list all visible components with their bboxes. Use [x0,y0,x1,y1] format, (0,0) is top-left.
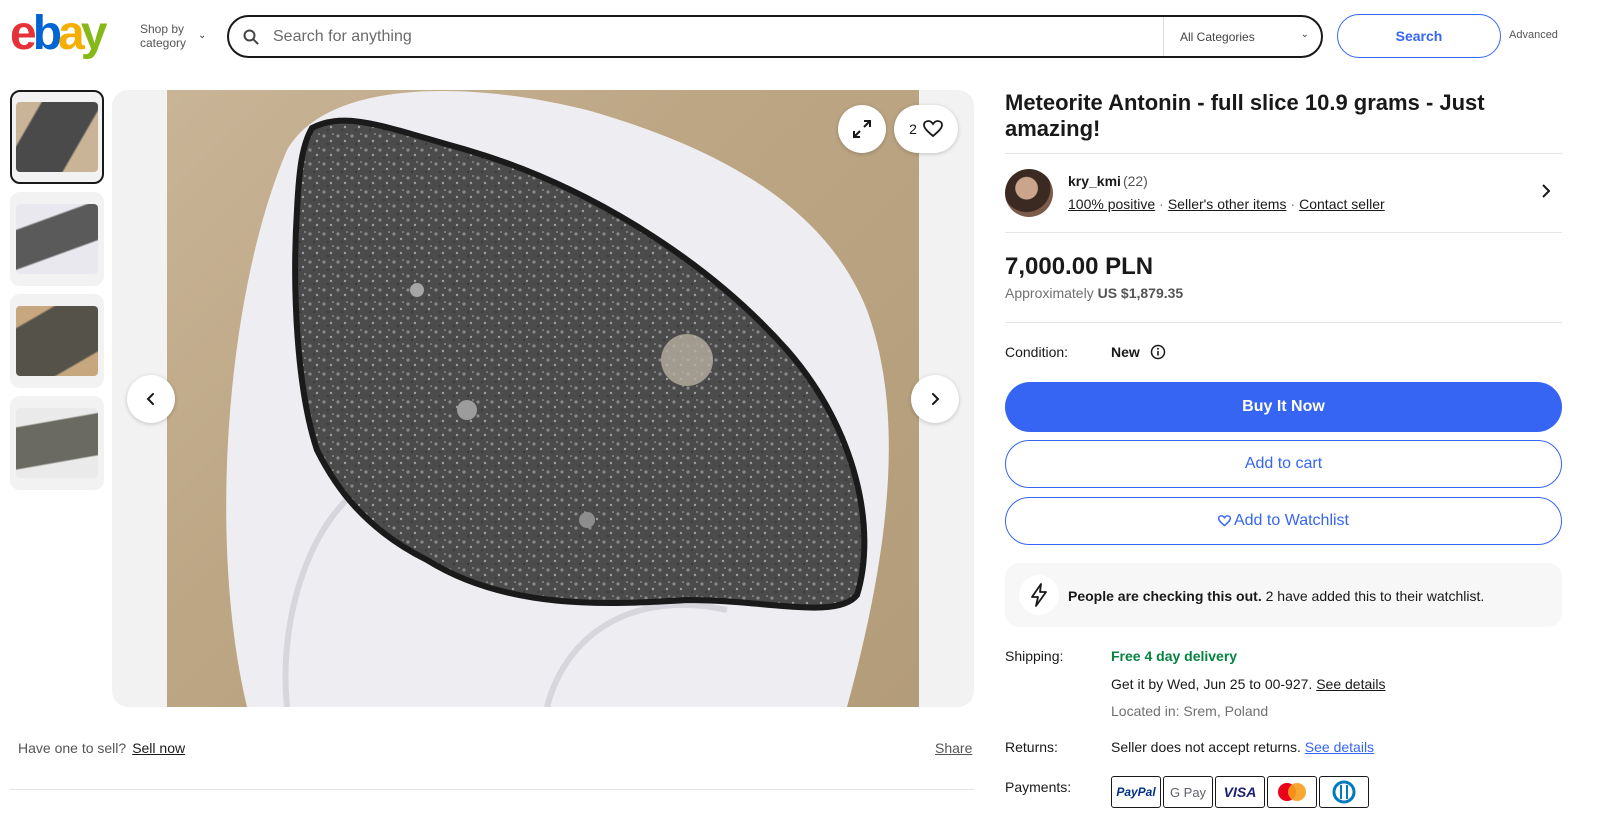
divider [1005,232,1562,233]
seller-links: 100% positive · Seller's other items · Conta… [1068,196,1385,212]
have-one-text: Have one to sell? [18,740,127,756]
approx-label: Approximately [1005,285,1094,301]
info-icon[interactable] [1150,344,1166,365]
category-selected-label: All Categories [1180,29,1255,44]
thumbnail-image [16,102,98,172]
shipping-free: Free 4 day delivery [1111,648,1238,664]
seller-name[interactable]: kry_kmi (22) [1068,173,1148,189]
search-input[interactable] [273,17,1163,56]
watchers-text: People are checking this out. 2 have add… [1068,588,1484,604]
shipping-label: Shipping: [1005,648,1064,664]
sell-now-link[interactable]: Sell now [132,740,185,756]
google-pay-icon: G Pay [1163,776,1213,808]
divider [10,789,974,790]
watchers-notice: People are checking this out. 2 have add… [1005,563,1562,627]
returns-info: Seller does not accept returns. See deta… [1111,739,1374,755]
logo-letter-a: a [58,7,85,60]
add-to-watchlist-label: Add to Watchlist [1233,512,1349,529]
visa-icon: VISA [1215,776,1265,808]
condition-value: New [1111,344,1140,360]
buy-it-now-button[interactable]: Buy It Now [1005,382,1562,432]
diners-club-icon [1319,776,1369,808]
heart-icon [922,120,943,138]
search-bar: All Categories ⌄ [227,15,1323,58]
returns-label: Returns: [1005,739,1058,755]
approx-price: Approximately US $1,879.35 [1005,285,1183,301]
sell-prompt: Have one to sell? Sell now [18,740,185,756]
search-icon [229,29,273,45]
search-button[interactable]: Search [1337,14,1501,58]
thumbnail-2[interactable] [10,192,104,286]
share-link[interactable]: Share [935,740,972,756]
seller-avatar[interactable] [1005,169,1053,217]
paypal-icon: PayPal [1111,776,1161,808]
advanced-search-link[interactable]: Advanced [1509,29,1558,41]
shipping-see-details-link[interactable]: See details [1316,676,1385,692]
price: 7,000.00 PLN [1005,253,1154,280]
logo-letter-b: b [32,7,62,60]
condition-label: Condition: [1005,344,1069,360]
contact-seller-link[interactable]: Contact seller [1299,196,1385,212]
chevron-left-icon [146,393,154,405]
item-location: Located in: Srem, Poland [1111,703,1269,719]
payments-label: Payments: [1005,779,1072,795]
chevron-down-icon: ⌄ [198,30,207,41]
logo-letter-y: y [80,7,108,60]
shop-by-line2: category [140,36,187,50]
category-select[interactable]: All Categories ⌄ [1163,17,1321,56]
separator-dot: · [1159,196,1164,212]
seller-username: kry_kmi [1068,173,1121,189]
thumbnail-4[interactable] [10,396,104,490]
returns-policy: Seller does not accept returns. [1111,739,1301,755]
next-image-button[interactable] [911,375,959,423]
thumbnail-1[interactable] [10,90,104,184]
expand-icon [853,120,871,138]
chevron-right-icon [932,393,940,405]
ebay-logo[interactable]: ebay [10,7,108,60]
product-photo [167,90,919,707]
separator-dot: · [1290,196,1296,212]
watch-count-button[interactable]: 2 [894,105,958,153]
shop-by-line1: Shop by [140,22,185,36]
thumbnail-image [16,408,98,478]
thumbnail-3[interactable] [10,294,104,388]
logo-letter-e: e [10,7,37,60]
watchers-rest: 2 have added this to their watchlist. [1265,588,1485,604]
watch-count: 2 [909,121,917,137]
mastercard-icon [1267,776,1317,808]
seller-other-items-link[interactable]: Seller's other items [1168,196,1287,212]
prev-image-button[interactable] [127,375,175,423]
divider [1005,322,1562,323]
add-to-watchlist-button[interactable]: Add to Watchlist [1005,497,1562,545]
main-image-container[interactable] [112,90,974,707]
chevron-right-icon[interactable] [1540,182,1552,205]
thumbnail-image [16,306,98,376]
chevron-down-icon: ⌄ [1300,29,1309,40]
shipping-get-it: Get it by Wed, Jun 25 to 00-927. [1111,676,1313,692]
thumbnail-image [16,204,98,274]
expand-image-button[interactable] [838,105,886,153]
seller-feedback-count: (22) [1122,173,1148,189]
divider [1005,153,1562,154]
add-to-cart-button[interactable]: Add to cart [1005,440,1562,488]
approx-value: US $1,879.35 [1097,285,1184,301]
lightning-icon [1019,575,1059,615]
shop-by-category-button[interactable]: Shop by category ⌄ [140,22,206,50]
listing-title: Meteorite Antonin - full slice 10.9 gram… [1005,90,1485,141]
returns-see-details-link[interactable]: See details [1305,739,1374,755]
positive-feedback-link[interactable]: 100% positive [1068,196,1155,212]
heart-icon [1217,515,1231,527]
shipping-eta: Get it by Wed, Jun 25 to 00-927. See det… [1111,676,1385,692]
watchers-bold: People are checking this out. [1068,588,1262,604]
